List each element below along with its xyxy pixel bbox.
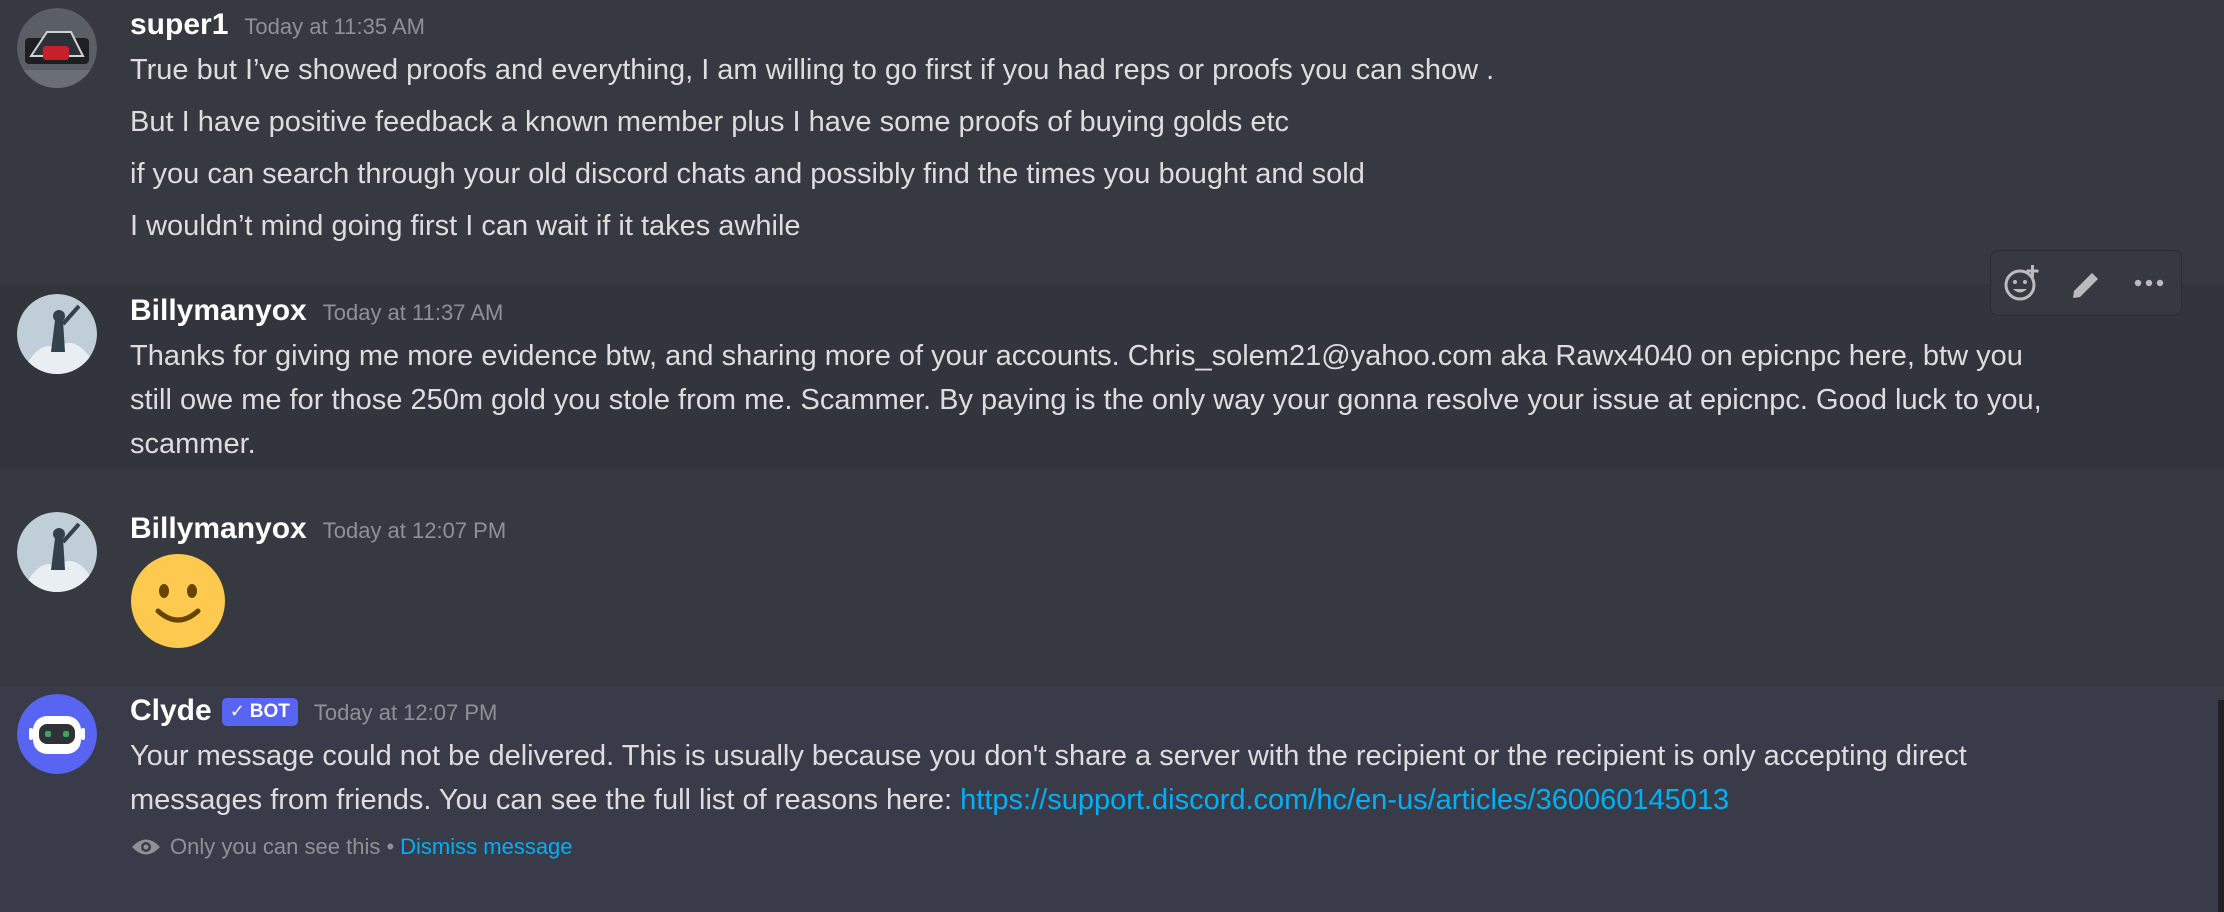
chat-messages: super1 Today at 11:35 AM True but I’ve s… <box>0 0 2224 912</box>
username[interactable]: Billymanyox <box>130 512 307 546</box>
message-header: Billymanyox Today at 12:07 PM <box>130 512 506 546</box>
avatar-super1[interactable] <box>17 8 97 88</box>
message-text: Thanks for giving me more evidence btw, … <box>130 340 2023 372</box>
message-text: But I have positive feedback a known mem… <box>130 106 1290 138</box>
ephemeral-note: Only you can see this • Dismiss message <box>130 834 573 860</box>
dismiss-message-link[interactable]: Dismiss message <box>400 834 572 860</box>
message-header: super1 Today at 11:35 AM <box>130 8 425 42</box>
slightly-smiling-face-icon[interactable] <box>130 553 226 649</box>
message-text: scammer. <box>130 428 256 460</box>
avatar-billymanyox[interactable] <box>17 512 97 592</box>
more-button[interactable] <box>2125 259 2173 307</box>
message-header: Billymanyox Today at 11:37 AM <box>130 294 503 328</box>
message-text: messages from friends. You can see the f… <box>130 778 1729 822</box>
edit-icon <box>2072 273 2098 298</box>
username[interactable]: Billymanyox <box>130 294 307 328</box>
timestamp[interactable]: Today at 12:07 PM <box>314 700 497 726</box>
username[interactable]: Clyde <box>130 694 212 728</box>
add-reaction-icon <box>2004 265 2039 301</box>
timestamp[interactable]: Today at 12:07 PM <box>323 518 506 544</box>
bot-tag-label: BOT <box>249 700 290 722</box>
checkmark-icon: ✓ <box>229 701 245 721</box>
edit-button[interactable] <box>2062 259 2110 307</box>
message-text: if you can search through your old disco… <box>130 158 1365 190</box>
message-text: Your message could not be delivered. Thi… <box>130 740 1967 772</box>
message-actions-toolbar <box>1990 250 2182 316</box>
message-header: Clyde ✓ BOT Today at 12:07 PM <box>130 694 497 729</box>
timestamp[interactable]: Today at 11:37 AM <box>323 300 504 326</box>
message-text: True but I’ve showed proofs and everythi… <box>130 54 1495 86</box>
more-icon <box>2135 279 2164 287</box>
bot-tag: ✓ BOT <box>221 697 298 726</box>
support-link[interactable]: https://support.discord.com/hc/en-us/art… <box>960 784 1729 816</box>
eye-icon <box>132 839 160 855</box>
timestamp[interactable]: Today at 11:35 AM <box>244 14 425 40</box>
avatar-clyde[interactable] <box>17 694 97 774</box>
message-text-segment: messages from friends. You can see the f… <box>130 784 961 816</box>
avatar-billymanyox[interactable] <box>17 294 97 374</box>
add-reaction-button[interactable] <box>1999 259 2047 307</box>
message-text: I wouldn’t mind going first I can wait i… <box>130 210 801 242</box>
scrollbar[interactable] <box>2218 700 2224 912</box>
message-text: still owe me for those 250m gold you sto… <box>130 384 2042 416</box>
username[interactable]: super1 <box>130 8 228 42</box>
ephemeral-note-text: Only you can see this • <box>170 834 395 859</box>
